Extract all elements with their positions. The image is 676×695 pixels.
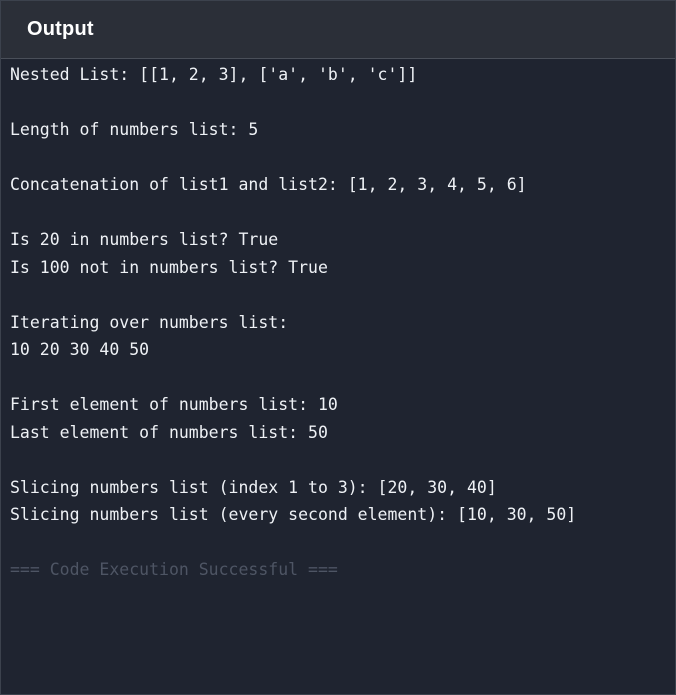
- output-header: Output: [1, 1, 675, 59]
- output-title: Output: [27, 18, 94, 40]
- output-line: First element of numbers list: 10: [10, 395, 338, 414]
- output-line: Is 100 not in numbers list? True: [10, 257, 328, 277]
- output-line: 10 20 30 40 50: [10, 340, 150, 359]
- execution-status-line: === Code Execution Successful ===: [10, 560, 338, 579]
- output-line: Slicing numbers list (every second eleme…: [10, 505, 577, 524]
- output-line: Iterating over numbers list:: [10, 312, 289, 332]
- output-panel: Output Nested List: [[1, 2, 3], ['a', 'b…: [0, 0, 676, 695]
- output-line: Last element of numbers list: 50: [10, 422, 328, 442]
- console-output[interactable]: Nested List: [[1, 2, 3], ['a', 'b', 'c']…: [1, 61, 675, 584]
- output-line: Nested List: [[1, 2, 3], ['a', 'b', 'c']…: [10, 65, 418, 84]
- output-line: Length of numbers list: 5: [10, 120, 259, 139]
- output-line: Is 20 in numbers list? True: [10, 230, 279, 249]
- output-line: Slicing numbers list (index 1 to 3): [20…: [10, 477, 497, 497]
- output-line: Concatenation of list1 and list2: [1, 2,…: [10, 175, 527, 194]
